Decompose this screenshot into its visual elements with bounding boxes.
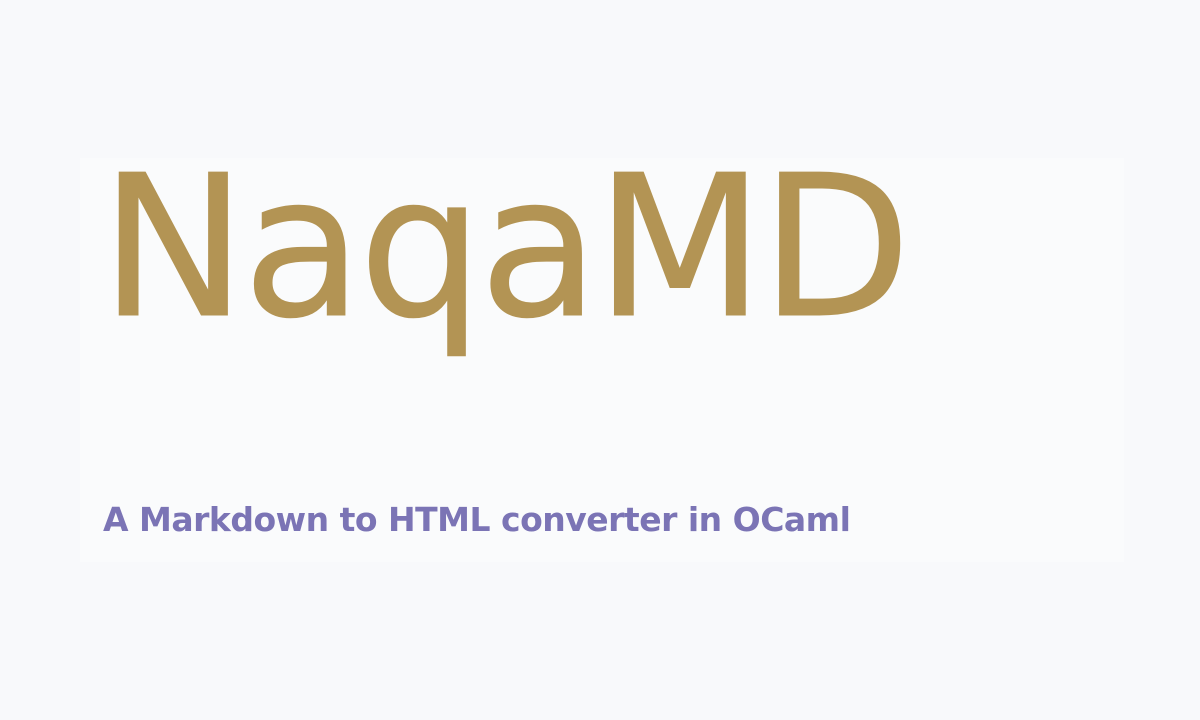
project-subtitle: A Markdown to HTML converter in OCaml	[103, 500, 851, 539]
project-title: NaqaMD	[99, 134, 911, 362]
title-slide: NaqaMD A Markdown to HTML converter in O…	[0, 0, 1200, 720]
